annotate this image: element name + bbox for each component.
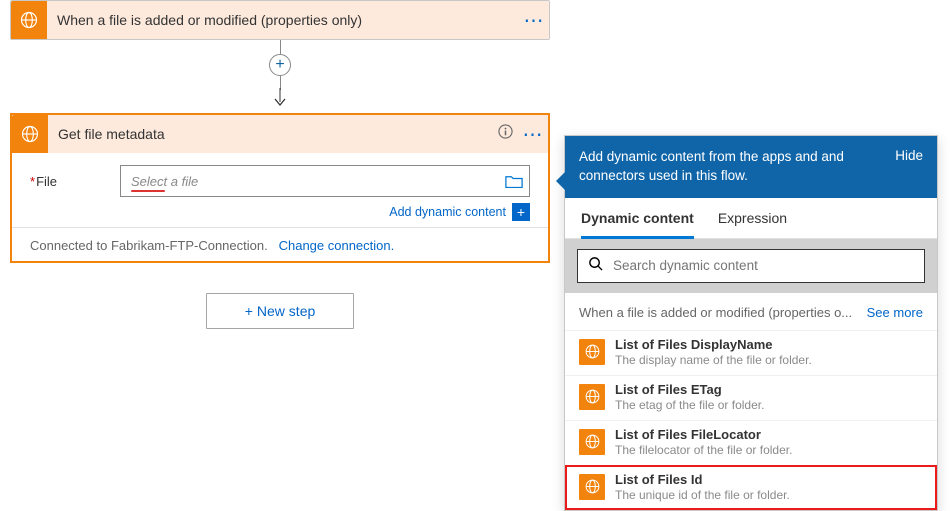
- spellcheck-underline-icon: [131, 190, 165, 192]
- dynamic-item-etag[interactable]: List of Files ETag The etag of the file …: [565, 375, 937, 420]
- add-dynamic-content-button[interactable]: +: [512, 203, 530, 221]
- tab-dynamic-content[interactable]: Dynamic content: [581, 210, 694, 239]
- dynamic-item-title: List of Files DisplayName: [615, 337, 812, 352]
- sftp-icon: [11, 1, 47, 39]
- file-label: *File: [30, 174, 110, 189]
- add-dynamic-content-link[interactable]: Add dynamic content: [389, 205, 506, 219]
- sftp-icon: [579, 474, 605, 500]
- folder-picker-icon[interactable]: [505, 172, 523, 190]
- search-wrap: [565, 239, 937, 293]
- search-box[interactable]: [577, 249, 925, 283]
- trigger-menu-button[interactable]: ⋯: [519, 8, 549, 33]
- sftp-icon: [579, 339, 605, 365]
- search-input[interactable]: [613, 258, 914, 273]
- dynamic-item-id[interactable]: List of Files Id The unique id of the fi…: [565, 465, 937, 510]
- action-menu-button[interactable]: ⋯: [518, 122, 548, 147]
- search-icon: [588, 256, 603, 276]
- dynamic-tabs: Dynamic content Expression: [565, 198, 937, 239]
- trigger-title: When a file is added or modified (proper…: [47, 12, 519, 28]
- panel-pointer-icon: [556, 172, 565, 190]
- dynamic-item-desc: The filelocator of the file or folder.: [615, 443, 792, 457]
- action-title: Get file metadata: [48, 126, 492, 142]
- info-icon[interactable]: [492, 124, 518, 144]
- sftp-icon: [579, 384, 605, 410]
- dynamic-item-desc: The etag of the file or folder.: [615, 398, 764, 412]
- file-input-container[interactable]: [120, 165, 530, 197]
- tab-expression[interactable]: Expression: [718, 210, 787, 238]
- insert-step-button[interactable]: +: [269, 54, 291, 76]
- sftp-icon: [579, 429, 605, 455]
- trigger-card[interactable]: When a file is added or modified (proper…: [10, 0, 550, 40]
- hide-button[interactable]: Hide: [895, 148, 923, 186]
- dynamic-content-panel: Add dynamic content from the apps and an…: [564, 135, 938, 511]
- dynamic-item-desc: The display name of the file or folder.: [615, 353, 812, 367]
- see-more-link[interactable]: See more: [867, 305, 923, 320]
- action-card: Get file metadata ⋯ *File Add dynamic co…: [10, 113, 550, 263]
- sftp-icon: [12, 115, 48, 153]
- dynamic-group-header: When a file is added or modified (proper…: [565, 293, 937, 330]
- file-input[interactable]: [131, 174, 505, 189]
- action-header[interactable]: Get file metadata ⋯: [12, 115, 548, 153]
- dynamic-panel-header: Add dynamic content from the apps and an…: [565, 136, 937, 198]
- dynamic-item-filelocator[interactable]: List of Files FileLocator The filelocato…: [565, 420, 937, 465]
- trigger-header[interactable]: When a file is added or modified (proper…: [11, 1, 549, 39]
- dynamic-group-title: When a file is added or modified (proper…: [579, 305, 852, 320]
- dynamic-item-displayname[interactable]: List of Files DisplayName The display na…: [565, 330, 937, 375]
- arrow-down-icon: [272, 88, 288, 113]
- dynamic-item-title: List of Files ETag: [615, 382, 764, 397]
- dynamic-item-title: List of Files Id: [615, 472, 790, 487]
- connection-status: Connected to Fabrikam-FTP-Connection. Ch…: [30, 238, 530, 253]
- divider: [12, 227, 548, 228]
- connector: +: [10, 40, 550, 113]
- change-connection-link[interactable]: Change connection.: [279, 238, 395, 253]
- dynamic-item-title: List of Files FileLocator: [615, 427, 792, 442]
- new-step-button[interactable]: +New step: [206, 293, 355, 329]
- dynamic-panel-header-text: Add dynamic content from the apps and an…: [579, 148, 883, 186]
